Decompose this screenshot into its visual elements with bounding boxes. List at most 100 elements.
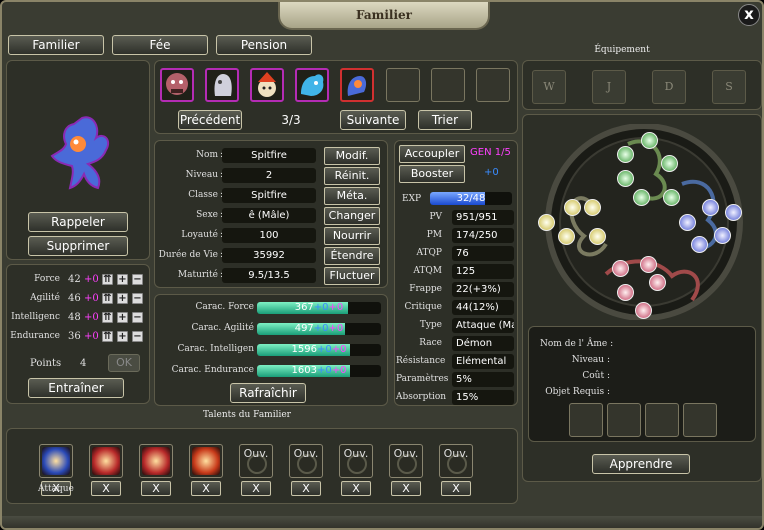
soul-node-green[interactable] bbox=[663, 189, 680, 206]
max-up-icon[interactable]: ⇈ bbox=[102, 274, 113, 285]
talent-slot[interactable]: Ouv. bbox=[439, 444, 473, 478]
info-action-button[interactable]: Réinit. bbox=[324, 167, 380, 185]
info-action-button[interactable]: Fluctuer bbox=[324, 267, 380, 285]
required-item-slot[interactable] bbox=[683, 403, 717, 437]
open-slot-label: Ouv. bbox=[293, 447, 319, 460]
equip-slot-w[interactable]: W bbox=[532, 70, 566, 104]
tab-pension[interactable]: Pension bbox=[216, 35, 312, 55]
info-action-button[interactable]: Modif. bbox=[324, 147, 380, 165]
plus-icon[interactable]: + bbox=[117, 293, 128, 304]
pet-slot-3[interactable] bbox=[250, 68, 284, 102]
pet-slot-4[interactable] bbox=[295, 68, 329, 102]
soul-node-blue[interactable] bbox=[702, 199, 719, 216]
talent-slot[interactable] bbox=[189, 444, 223, 478]
previous-button[interactable]: Précédent bbox=[178, 110, 242, 130]
close-button[interactable]: x bbox=[738, 4, 760, 26]
next-button[interactable]: Suivante bbox=[340, 110, 406, 130]
required-item-slot[interactable] bbox=[607, 403, 641, 437]
boost-button[interactable]: Booster bbox=[399, 165, 465, 183]
soul-req-label: Objet Requis : bbox=[545, 387, 610, 397]
soul-node-red[interactable] bbox=[640, 256, 657, 273]
remove-talent-button[interactable]: X bbox=[341, 481, 371, 496]
fire-skill-icon bbox=[92, 447, 120, 475]
stat-label: Endurance bbox=[10, 331, 60, 341]
combat-label: Absorption bbox=[396, 392, 447, 402]
carac-bar-text: 367+0+0 bbox=[257, 302, 381, 314]
soul-node-green[interactable] bbox=[661, 155, 678, 172]
max-up-icon[interactable]: ⇈ bbox=[102, 293, 113, 304]
soul-node-yellow[interactable] bbox=[558, 228, 575, 245]
equip-slot-s[interactable]: S bbox=[712, 70, 746, 104]
max-up-icon[interactable]: ⇈ bbox=[102, 312, 113, 323]
pet-slot-empty[interactable] bbox=[386, 68, 420, 102]
info-action-button[interactable]: Méta. bbox=[324, 187, 380, 205]
couple-button[interactable]: Accoupler bbox=[399, 145, 465, 163]
tab-fee[interactable]: Fée bbox=[112, 35, 208, 55]
soul-node-blue[interactable] bbox=[691, 236, 708, 253]
remove-talent-button[interactable]: X bbox=[241, 481, 271, 496]
info-label: Maturité bbox=[177, 270, 218, 280]
soul-node-blue[interactable] bbox=[679, 214, 696, 231]
pet-slot-5-selected[interactable] bbox=[340, 68, 374, 102]
learn-button[interactable]: Apprendre bbox=[592, 454, 690, 474]
combat-label: Frappe bbox=[409, 284, 442, 294]
plus-icon[interactable]: + bbox=[117, 312, 128, 323]
soul-node-red[interactable] bbox=[617, 284, 634, 301]
minus-icon[interactable]: − bbox=[132, 312, 143, 323]
talent-slot[interactable]: Ouv. bbox=[339, 444, 373, 478]
soul-node-green[interactable] bbox=[641, 132, 658, 149]
max-up-icon[interactable]: ⇈ bbox=[102, 331, 113, 342]
remove-talent-button[interactable]: X bbox=[391, 481, 421, 496]
talent-slot[interactable] bbox=[139, 444, 173, 478]
remove-talent-button[interactable]: X bbox=[291, 481, 321, 496]
equip-slot-d[interactable]: D bbox=[652, 70, 686, 104]
plus-icon[interactable]: + bbox=[117, 331, 128, 342]
refresh-button[interactable]: Rafraîchir bbox=[230, 383, 306, 403]
info-value: 100 bbox=[222, 228, 316, 243]
soul-node-green[interactable] bbox=[633, 189, 650, 206]
minus-icon[interactable]: − bbox=[132, 331, 143, 342]
stat-label: Agilité bbox=[30, 293, 60, 303]
talent-slot[interactable]: Ouv. bbox=[289, 444, 323, 478]
equip-slot-j[interactable]: J bbox=[592, 70, 626, 104]
talent-slot[interactable] bbox=[89, 444, 123, 478]
minus-icon[interactable]: − bbox=[132, 293, 143, 304]
combat-label: Race bbox=[419, 338, 442, 348]
delete-button[interactable]: Supprimer bbox=[28, 236, 128, 256]
pet-slot-empty[interactable] bbox=[476, 68, 510, 102]
pet-slot-2[interactable] bbox=[205, 68, 239, 102]
ok-button[interactable]: OK bbox=[108, 354, 140, 372]
soul-node-green[interactable] bbox=[617, 146, 634, 163]
remove-talent-button[interactable]: X bbox=[191, 481, 221, 496]
talent-slot[interactable]: Ouv. bbox=[239, 444, 273, 478]
remove-talent-button[interactable]: X bbox=[91, 481, 121, 496]
required-item-slot[interactable] bbox=[569, 403, 603, 437]
pet-slot-1[interactable] bbox=[160, 68, 194, 102]
required-item-slot[interactable] bbox=[645, 403, 679, 437]
info-action-button[interactable]: Changer bbox=[324, 207, 380, 225]
soul-node-green[interactable] bbox=[617, 170, 634, 187]
sort-button[interactable]: Trier bbox=[418, 110, 472, 130]
soul-node-red[interactable] bbox=[649, 274, 666, 291]
recall-button[interactable]: Rappeler bbox=[28, 212, 128, 232]
tab-familier[interactable]: Familier bbox=[8, 35, 104, 55]
plus-icon[interactable]: + bbox=[117, 274, 128, 285]
soul-node-red[interactable] bbox=[612, 260, 629, 277]
pet-portrait-icon bbox=[258, 72, 276, 97]
soul-node-blue[interactable] bbox=[725, 204, 742, 221]
info-action-button[interactable]: Nourrir bbox=[324, 227, 380, 245]
train-button[interactable]: Entraîner bbox=[28, 378, 124, 398]
pet-slot-empty[interactable] bbox=[431, 68, 465, 102]
remove-talent-button[interactable]: X bbox=[441, 481, 471, 496]
soul-node-blue[interactable] bbox=[714, 227, 731, 244]
minus-icon[interactable]: − bbox=[132, 274, 143, 285]
soul-node-red[interactable] bbox=[635, 302, 652, 319]
talent-slot[interactable]: Ouv. bbox=[389, 444, 423, 478]
soul-node-yellow[interactable] bbox=[584, 199, 601, 216]
talent-slot[interactable] bbox=[39, 444, 73, 478]
remove-talent-button[interactable]: X bbox=[141, 481, 171, 496]
soul-node-yellow[interactable] bbox=[589, 228, 606, 245]
info-action-button[interactable]: Étendre bbox=[324, 247, 380, 265]
soul-node-yellow[interactable] bbox=[538, 214, 555, 231]
soul-node-yellow[interactable] bbox=[564, 199, 581, 216]
